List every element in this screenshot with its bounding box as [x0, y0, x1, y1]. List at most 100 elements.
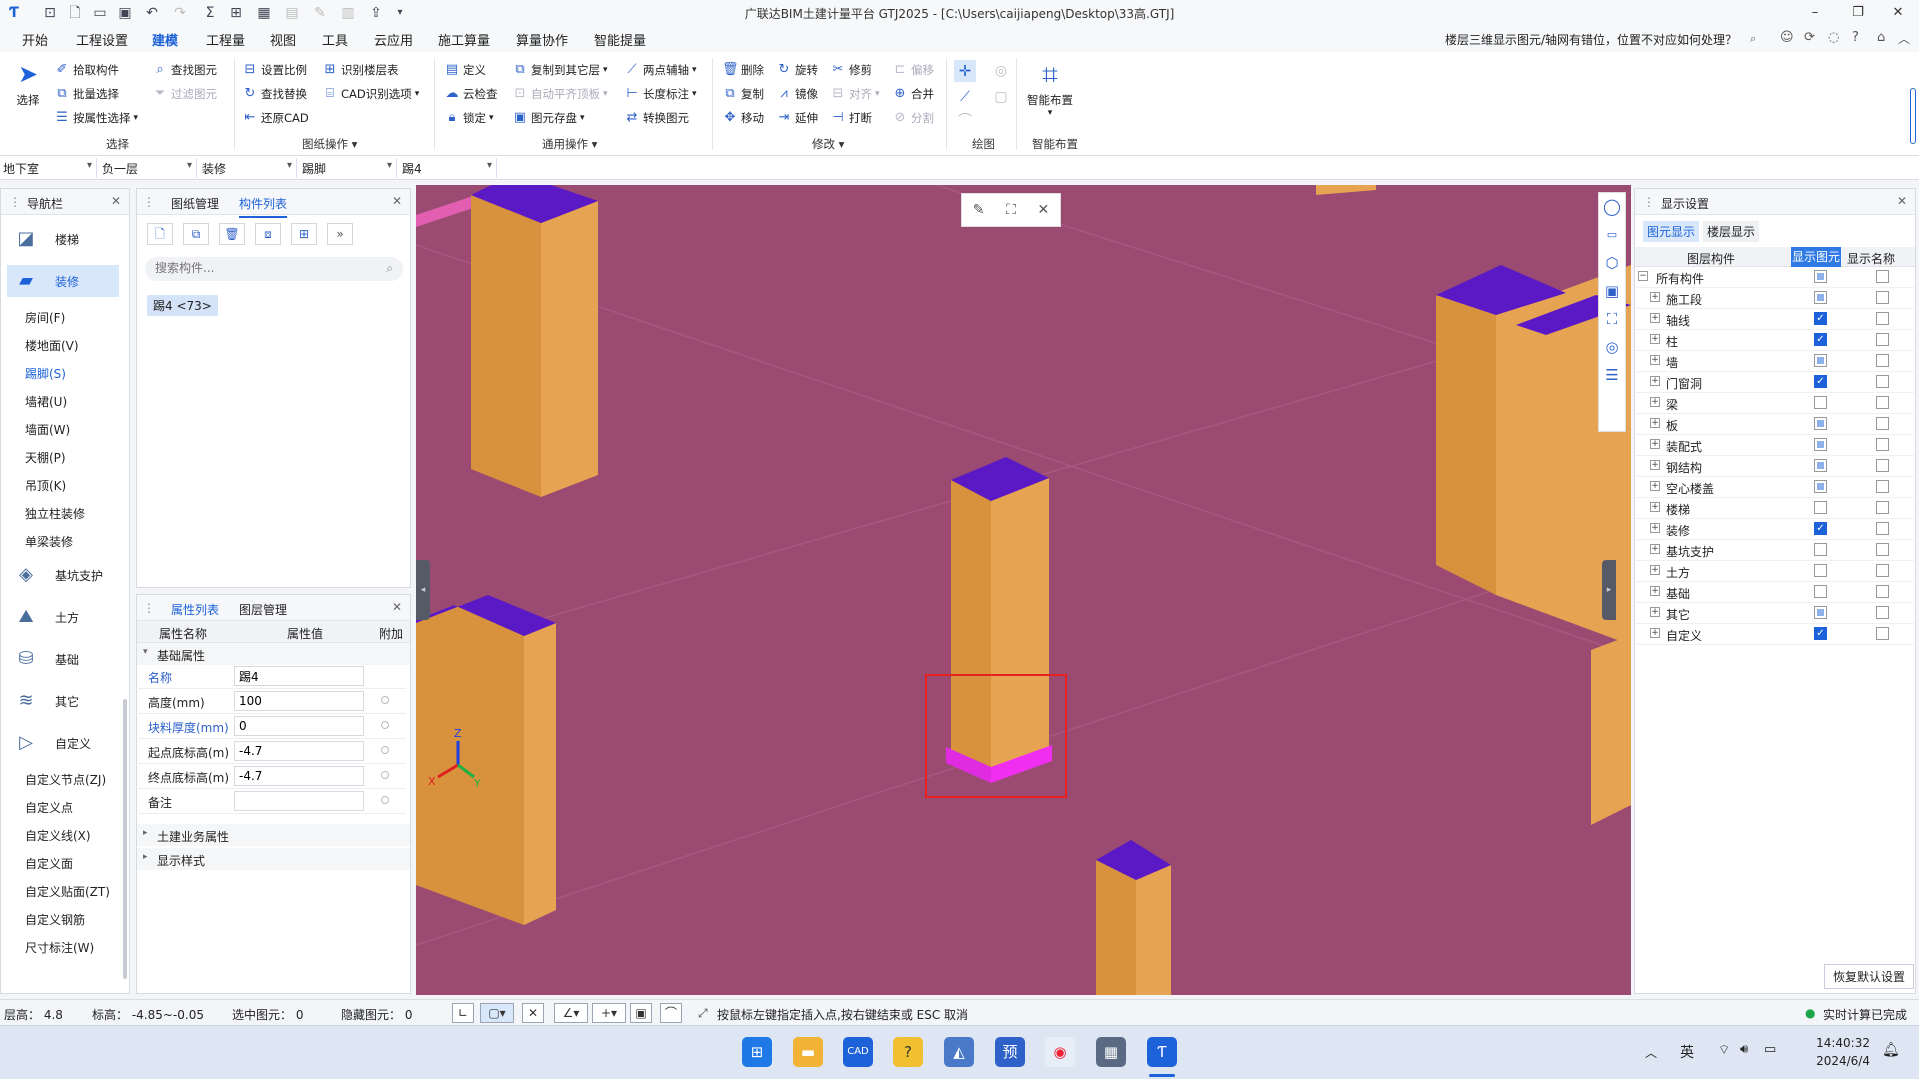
convert-element-button[interactable]: ⇄ 转换图元 — [624, 110, 689, 126]
clock-date[interactable]: 2024/6/4 — [1800, 1054, 1870, 1068]
show-element-checkbox[interactable] — [1814, 459, 1827, 472]
3d-viewport[interactable]: Z X Y ✎ ⛶ ✕ ◂ ▸ — [416, 185, 1631, 995]
show-element-checkbox[interactable]: ✓ — [1814, 333, 1827, 346]
menu-collab[interactable]: 算量协作 — [516, 30, 568, 49]
break-button[interactable]: ⊣ 打断 — [830, 110, 872, 126]
nav-sub-dimension[interactable]: 尺寸标注(W) — [25, 939, 94, 956]
show-name-checkbox[interactable] — [1876, 396, 1889, 409]
nav-sub-custom-patch[interactable]: 自定义贴面(ZT) — [25, 883, 110, 900]
offset-button[interactable]: ⊏ 偏移 — [892, 62, 934, 78]
expand-icon[interactable]: + — [1650, 439, 1660, 449]
expand-icon[interactable]: + — [1650, 460, 1660, 470]
show-element-checkbox[interactable] — [1814, 354, 1827, 367]
show-element-checkbox[interactable]: ✓ — [1814, 375, 1827, 388]
notification-icon[interactable]: 🔔︎ — [1882, 1042, 1900, 1058]
budget-app-icon[interactable]: 预 — [995, 1037, 1025, 1067]
gtj-app-icon[interactable]: Ƭ — [1147, 1037, 1177, 1067]
tab-layer-manage[interactable]: 图层管理 — [239, 601, 287, 618]
clock-time[interactable]: 14:40:32 — [1800, 1036, 1870, 1050]
show-name-checkbox[interactable] — [1876, 291, 1889, 304]
fit-view-icon[interactable]: ⛶ — [1006, 202, 1016, 218]
show-name-checkbox[interactable] — [1876, 564, 1889, 577]
nav-other[interactable]: ≋ 其它 — [7, 685, 119, 717]
close-icon[interactable]: ✕ — [1037, 202, 1049, 218]
rect-draw-icon[interactable]: ▢ — [990, 86, 1012, 108]
floor-group-select[interactable]: 地下室 — [0, 158, 97, 178]
menu-project-settings[interactable]: 工程设置 — [76, 30, 128, 49]
nav-sub-beam-deco[interactable]: 单梁装修 — [25, 533, 73, 550]
cad-app-icon[interactable]: CAD — [843, 1037, 873, 1067]
show-name-checkbox[interactable] — [1876, 606, 1889, 619]
ribbon-scrollbar[interactable] — [1910, 88, 1916, 144]
component-select[interactable]: 踢4 — [399, 158, 497, 178]
expand-icon[interactable]: + — [1650, 376, 1660, 386]
tab-floor-display[interactable]: 楼层显示 — [1703, 221, 1760, 242]
sort-icon[interactable]: ⊞ — [291, 223, 317, 245]
group-civil[interactable]: ▸ 土建业务属性 — [137, 824, 410, 846]
show-name-checkbox[interactable] — [1876, 480, 1889, 493]
extra-checkbox[interactable] — [381, 746, 389, 754]
restore-cad-button[interactable]: ⇤ 还原CAD — [242, 110, 309, 126]
close-icon[interactable]: ✕ — [1897, 194, 1907, 208]
drag-handle-icon[interactable]: ⋮ — [1643, 195, 1655, 209]
group-style[interactable]: ▸ 显示样式 — [137, 848, 410, 870]
show-element-checkbox[interactable] — [1814, 543, 1827, 556]
define-button[interactable]: ▤ 定义 — [444, 62, 486, 78]
fullscreen-icon[interactable]: ⛶ — [1599, 305, 1625, 333]
nav-earthwork[interactable]: ⛰ 土方 — [7, 601, 119, 633]
prop-value-input[interactable] — [234, 666, 364, 686]
point-draw-icon[interactable]: ✛ — [954, 60, 976, 82]
browser-icon[interactable]: ◉ — [1045, 1037, 1075, 1067]
collapse-right-handle[interactable]: ▸ — [1602, 560, 1616, 620]
select-by-attr-button[interactable]: ☰ 按属性选择 ▾ — [54, 110, 138, 126]
restore-default-button[interactable]: 恢复默认设置 — [1824, 964, 1915, 989]
list-view-icon[interactable]: ☰ — [1599, 361, 1625, 389]
length-mark-button[interactable]: ⊢ 长度标注 ▾ — [624, 86, 696, 102]
ime-indicator[interactable]: 英 — [1680, 1042, 1694, 1062]
menu-modeling[interactable]: 建模 — [152, 30, 179, 54]
two-point-axis-button[interactable]: ⟋ 两点辅轴 ▾ — [624, 62, 696, 78]
prop-value-input[interactable] — [234, 716, 364, 736]
drag-handle-icon[interactable]: ⋮ — [143, 601, 155, 615]
expand-icon[interactable]: + — [1650, 355, 1660, 365]
set-scale-button[interactable]: ⊟ 设置比例 — [242, 62, 307, 78]
show-name-checkbox[interactable] — [1876, 270, 1889, 283]
help-question[interactable]: 楼层三维显示图元/轴网有错位，位置不对应如何处理？ — [1445, 31, 1737, 48]
orbit-icon[interactable]: ◯ — [1599, 193, 1625, 221]
battery-icon[interactable]: ▭ — [1764, 1042, 1776, 1057]
prop-value-input[interactable] — [234, 766, 364, 786]
menu-smart[interactable]: 智能提量 — [594, 30, 646, 49]
show-name-checkbox[interactable] — [1876, 312, 1889, 325]
nav-sub-column-deco[interactable]: 独立柱装修 — [25, 505, 85, 522]
nav-decoration[interactable]: ▰ 装修 — [7, 265, 119, 297]
category-select[interactable]: 装修 — [199, 158, 297, 178]
merge-button[interactable]: ⊕ 合并 — [892, 86, 934, 102]
nav-sub-custom-point[interactable]: 自定义点 — [25, 799, 73, 816]
close-icon[interactable]: ✕ — [111, 194, 121, 208]
find-replace-button[interactable]: ↻ 查找替换 — [242, 86, 307, 102]
expand-icon[interactable]: + — [1650, 397, 1660, 407]
expand-icon[interactable]: + — [1650, 502, 1660, 512]
nav-sub-suspended-ceiling[interactable]: 吊顶(K) — [25, 477, 66, 494]
layer-view-icon[interactable]: ◎ — [1599, 333, 1625, 361]
find-element-button[interactable]: ⌕ 查找图元 — [152, 62, 217, 78]
column-selected[interactable] — [946, 457, 1052, 783]
show-element-checkbox[interactable]: ✓ — [1814, 627, 1827, 640]
search-icon[interactable]: ⌕ — [1750, 32, 1756, 46]
column[interactable] — [471, 185, 598, 497]
tab-component-list[interactable]: 构件列表 — [239, 195, 288, 218]
show-name-checkbox[interactable] — [1876, 543, 1889, 556]
expand-icon[interactable]: + — [1650, 418, 1660, 428]
show-name-checkbox[interactable] — [1876, 585, 1889, 598]
more-icon[interactable]: » — [327, 223, 353, 245]
show-name-checkbox[interactable] — [1876, 459, 1889, 472]
component-item[interactable]: 踢4 <73> — [147, 295, 218, 316]
nav-excavation[interactable]: ◈ 基坑支护 — [7, 559, 119, 591]
skin-icon[interactable]: ⌂ — [1877, 30, 1885, 45]
show-name-checkbox[interactable] — [1876, 333, 1889, 346]
nav-sub-custom-rebar[interactable]: 自定义钢筋 — [25, 911, 85, 928]
refresh-icon[interactable]: ⟳ — [1804, 30, 1815, 45]
show-element-checkbox[interactable] — [1814, 438, 1827, 451]
column[interactable] — [416, 595, 556, 925]
show-element-checkbox[interactable] — [1814, 396, 1827, 409]
